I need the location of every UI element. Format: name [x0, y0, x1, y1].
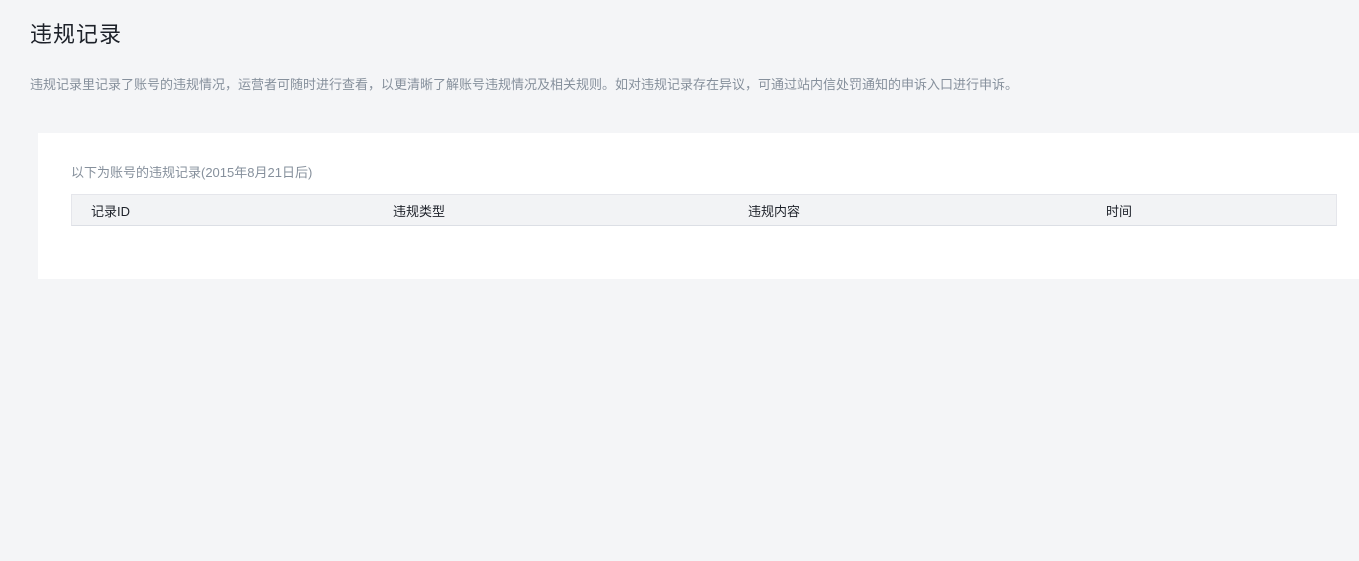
page-description: 违规记录里记录了账号的违规情况，运营者可随时进行查看，以更清晰了解账号违规情况及… [30, 77, 1019, 92]
column-header-violation-content: 违规内容 [748, 203, 801, 219]
page-title: 违规记录 [30, 22, 123, 47]
records-card: 以下为账号的违规记录(2015年8月21日后) 记录ID 违规类型 违规内容 时… [38, 133, 1359, 279]
records-intro: 以下为账号的违规记录(2015年8月21日后) [71, 165, 313, 180]
records-table-header: 记录ID 违规类型 违规内容 时间 [71, 194, 1337, 226]
column-header-violation-type: 违规类型 [393, 203, 446, 219]
column-header-time: 时间 [1106, 203, 1133, 219]
column-header-record-id: 记录ID [91, 203, 131, 219]
page-header: 违规记录 违规记录里记录了账号的违规情况，运营者可随时进行查看，以更清晰了解账号… [0, 0, 1359, 91]
records-table-body-empty [71, 226, 1337, 278]
violation-records-page: 违规记录 违规记录里记录了账号的违规情况，运营者可随时进行查看，以更清晰了解账号… [0, 0, 1359, 279]
